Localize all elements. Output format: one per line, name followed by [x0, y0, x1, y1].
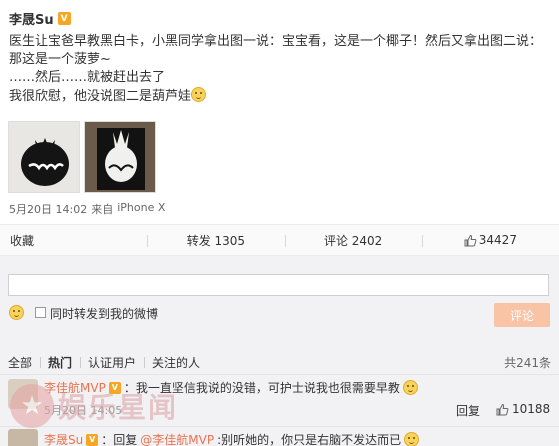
- post-action-bar: 收藏 转发 1305 评论 2402 34427: [0, 224, 559, 256]
- comment-total: 共241条: [504, 355, 551, 370]
- post-image-2[interactable]: [84, 121, 156, 193]
- post-time[interactable]: 5月20日 14:02: [9, 201, 87, 217]
- like-button[interactable]: 34427: [421, 225, 559, 255]
- avatar[interactable]: [8, 379, 38, 409]
- post-line: ……然后……就被赶出去了: [9, 70, 166, 85]
- comment-section: 同时转发到我的微博 评论 全部 热门 认证用户 关注的人 共241条 李佳航MV…: [0, 256, 559, 446]
- collect-button[interactable]: 收藏: [0, 225, 147, 255]
- post-line: 医生让宝爸早教黑白卡，小黑同学拿出图一说：宝宝看，这是一个椰子！然后又拿出图二说…: [9, 34, 543, 49]
- comment-item: 李佳航MVP V ：我一直坚信我说的没错，可护士说我也很需要早教 5月20日 1…: [0, 374, 559, 426]
- emoji-picker-icon[interactable]: [9, 305, 24, 320]
- repost-button[interactable]: 转发 1305: [147, 225, 284, 255]
- coconut-card-image: [9, 122, 79, 192]
- comment-line: 李佳航MVP V ：我一直坚信我说的没错，可护士说我也很需要早教: [44, 379, 418, 396]
- post-image-1[interactable]: [8, 121, 80, 193]
- post-source[interactable]: iPhone X: [117, 201, 165, 217]
- repost-checkbox[interactable]: [35, 307, 46, 318]
- post-meta: 5月20日 14:02 来自 iPhone X: [9, 201, 165, 217]
- post-source-prefix: 来自: [91, 203, 114, 216]
- comment-user[interactable]: 李晟Su: [44, 431, 83, 446]
- comment-text-prefix: ：回复: [101, 433, 138, 446]
- weibo-post: 李晟Su V 医生让宝爸早教黑白卡，小黑同学拿出图一说：宝宝看，这是一个椰子！然…: [0, 0, 559, 224]
- post-line: 我很欣慰，他没说图二是葫芦娃: [9, 87, 549, 106]
- comment-time: 5月20日 14:05: [44, 404, 123, 417]
- filter-following[interactable]: 关注的人: [144, 354, 208, 371]
- verified-badge-icon: V: [86, 433, 99, 446]
- repost-checkbox-label: 同时转发到我的微博: [50, 307, 159, 321]
- submit-comment-button[interactable]: 评论: [494, 303, 550, 327]
- comment-filter-bar: 全部 热门 认证用户 关注的人 共241条: [8, 353, 551, 371]
- post-line: 那这是一个菠萝~: [9, 52, 111, 67]
- thumbs-up-icon: [496, 403, 509, 415]
- pineapple-card-image: [85, 122, 155, 192]
- smile-emoji-icon: [191, 87, 207, 102]
- comment-button[interactable]: 评论 2402: [284, 225, 422, 255]
- post-author: 李晟Su V: [9, 9, 71, 28]
- filter-verified[interactable]: 认证用户: [80, 354, 144, 371]
- avatar[interactable]: [8, 429, 38, 446]
- post-text: 医生让宝爸早教黑白卡，小黑同学拿出图一说：宝宝看，这是一个椰子！然后又拿出图二说…: [9, 33, 549, 106]
- comment-text: :别听她的，你只是右脑不发达而已: [217, 433, 402, 446]
- comment-input[interactable]: [8, 274, 549, 296]
- thumbs-up-icon: [464, 234, 477, 246]
- filter-all[interactable]: 全部: [8, 354, 40, 371]
- comment-mention[interactable]: @李佳航MVP: [140, 431, 214, 446]
- smile-emoji-icon: [404, 432, 420, 446]
- filter-hot[interactable]: 热门: [40, 354, 80, 371]
- comment-line: 李晟Su V ：回复 @李佳航MVP :别听她的，你只是右脑不发达而已: [44, 431, 420, 446]
- comment-like-button[interactable]: 10188: [496, 402, 550, 416]
- comment-user[interactable]: 李佳航MVP: [44, 379, 106, 396]
- verified-badge-icon: V: [57, 12, 71, 25]
- comment-like-count: 10188: [512, 402, 551, 416]
- comment-text: ：我一直坚信我说的没错，可护士说我也很需要早教: [123, 381, 400, 395]
- laugh-emoji-icon: [402, 380, 418, 395]
- comment-item: 李晟Su V ：回复 @李佳航MVP :别听她的，你只是右脑不发达而已: [0, 426, 559, 446]
- reply-button[interactable]: 回复: [456, 402, 480, 419]
- author-name[interactable]: 李晟Su: [9, 9, 54, 28]
- verified-badge-icon: V: [108, 381, 121, 394]
